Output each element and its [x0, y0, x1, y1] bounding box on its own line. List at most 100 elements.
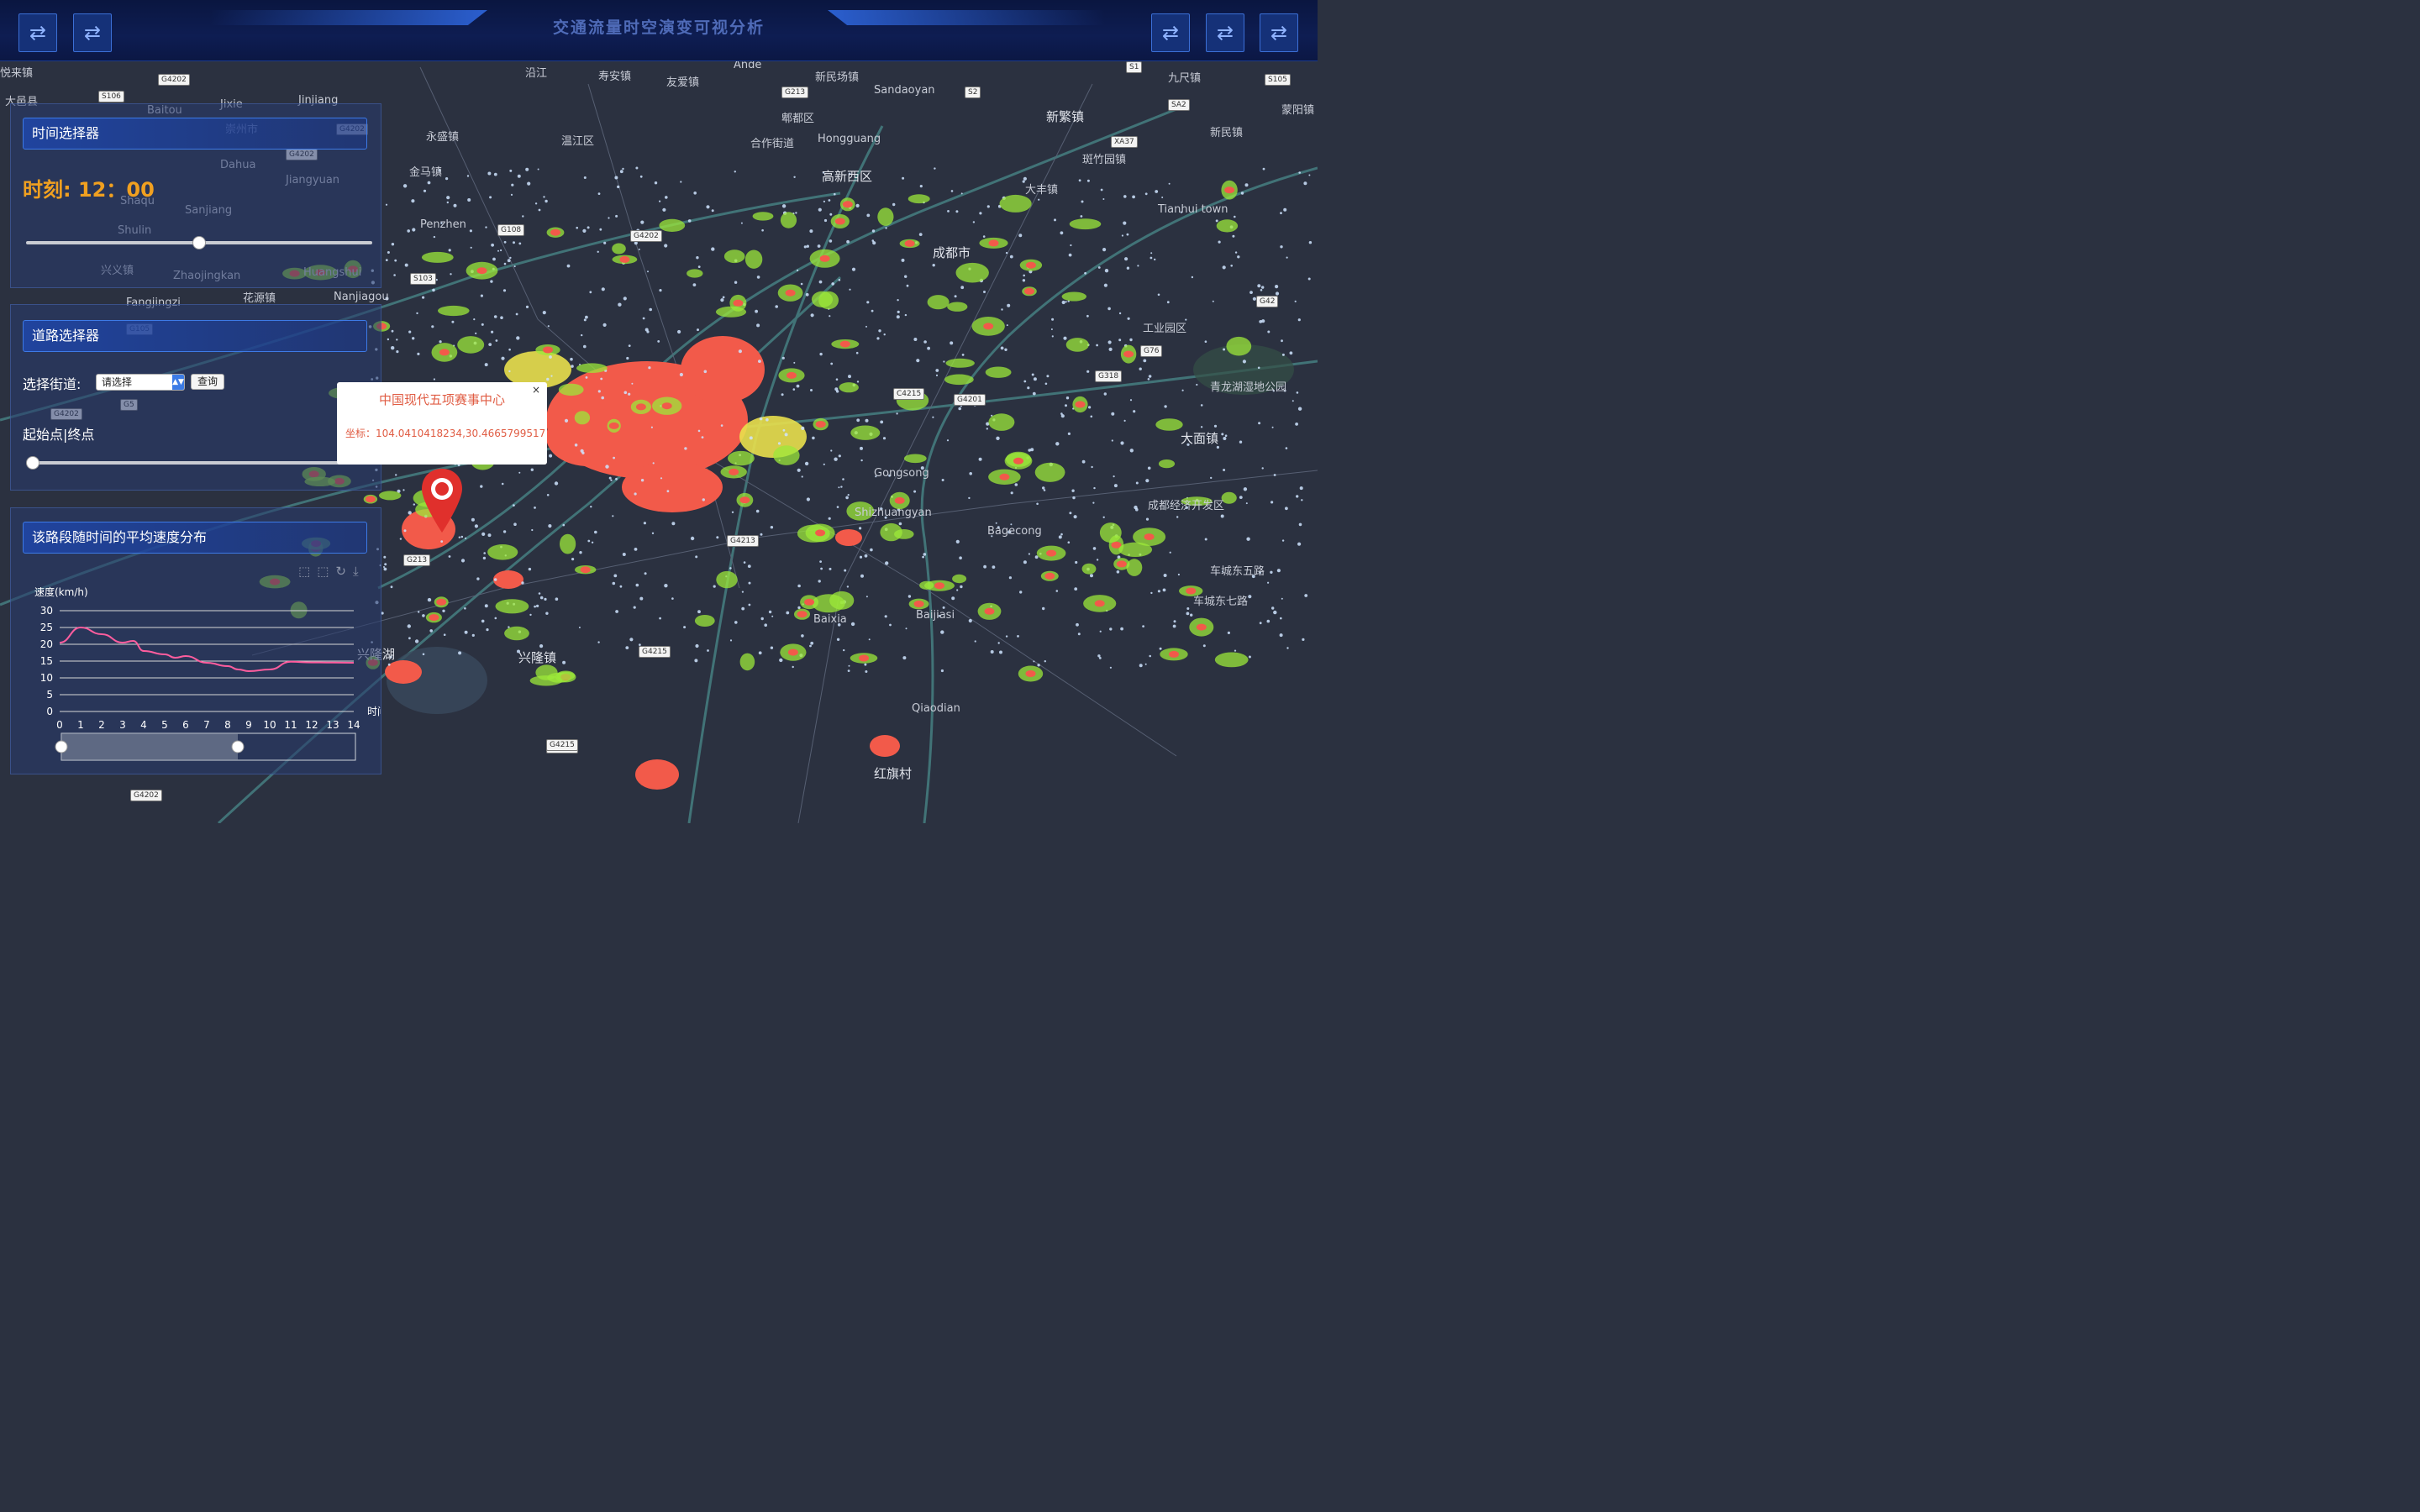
road-shield: S103 — [410, 273, 436, 285]
x-tick-label: 0 — [56, 719, 63, 731]
map-place-label: 蒙阳镇 — [1281, 104, 1315, 117]
swap-button-1[interactable]: ⇄ — [18, 13, 57, 52]
map-place-label: 青龙湖湿地公园 — [1210, 381, 1287, 394]
road-shield: G4202 — [158, 74, 190, 86]
poi-popup: × 中国现代五项赛事中心 坐标：104.0410418234,30.466579… — [337, 382, 547, 465]
map-place-label: 新民场镇 — [815, 71, 860, 84]
road-shield: G213 — [403, 554, 431, 566]
map-place-label: Gongsong — [874, 467, 929, 480]
y-tick-label: 0 — [46, 706, 53, 717]
map-place-label: 大丰镇 — [1025, 184, 1059, 197]
x-tick-label: 4 — [140, 719, 147, 731]
time-value: 12：00 — [77, 178, 155, 202]
road-shield: XA37 — [1111, 136, 1138, 148]
road-selector-title: 道路选择器 — [23, 320, 367, 352]
map-place-label: Baijiasi — [916, 609, 955, 622]
map-place-label: Shizhuangyan — [855, 507, 932, 519]
map-place-label: Penzhen — [420, 218, 466, 231]
time-selector-title: 时间选择器 — [23, 118, 367, 150]
road-shield: G4213 — [727, 535, 759, 547]
map-place-label: 成都市 — [933, 245, 971, 260]
time-readout: 时刻: 12：00 — [23, 173, 155, 202]
map-place-label: 合作街道 — [750, 138, 795, 150]
map-place-label: 车城东七路 — [1193, 596, 1249, 608]
popup-title: 中国现代五项赛事中心 — [378, 392, 505, 407]
time-selector-panel: 时间选择器 时刻: 12：00 — [10, 103, 381, 288]
y-tick-label: 10 — [40, 672, 53, 684]
map-place-label: 友爱镇 — [666, 76, 700, 89]
page-title: 交通流量时空演变可视分析 — [552, 18, 765, 37]
map-place-label: Baixia — [813, 613, 847, 626]
x-tick-label: 14 — [347, 719, 360, 731]
street-label: 选择街道: — [23, 376, 82, 392]
map-place-label: Hongguang — [818, 133, 881, 145]
road-shield: G4215 — [546, 739, 578, 751]
map-place-label: 寿安镇 — [598, 71, 632, 83]
road-selector-panel: 道路选择器 选择街道: 请选择 ▲▼ 查询 起始点|终点 — [10, 304, 381, 491]
road-shield: G76 — [1140, 345, 1163, 357]
y-axis-label: 速度(km/h) — [34, 585, 88, 598]
speed-distribution-panel: 该路段随时间的平均速度分布 ⬚⬚↻⤓ 速度(km/h) 0 5 10 15 20 25 30 0… — [10, 507, 381, 774]
map-place-label: 郫都区 — [781, 113, 815, 125]
map-place-label: 花源镇 — [243, 292, 276, 305]
swap-button-5[interactable]: ⇄ — [1260, 13, 1298, 52]
swap-button-3[interactable]: ⇄ — [1151, 13, 1190, 52]
map-place-label: Qiaodian — [912, 702, 960, 715]
header-bar: 交通流量时空演变可视分析 ⇄ ⇄ ⇄ ⇄ ⇄ — [0, 0, 1318, 61]
range-slider-handle[interactable] — [26, 456, 39, 470]
map-place-label: 新民镇 — [1210, 127, 1244, 139]
x-tick-label: 6 — [182, 719, 189, 731]
y-tick-label: 30 — [40, 605, 53, 617]
map-place-label: 成都经济开发区 — [1148, 500, 1225, 512]
road-shield: C4215 — [893, 388, 925, 400]
x-tick-label: 10 — [263, 719, 276, 731]
map-place-label: Tianhui town — [1158, 203, 1228, 216]
map-place-label: 工业园区 — [1143, 323, 1187, 335]
road-shield: G4215 — [639, 646, 671, 658]
map-place-label: 金马镇 — [409, 166, 443, 179]
location-pin-icon[interactable] — [420, 467, 464, 534]
street-select-value: 请选择 — [102, 376, 133, 388]
street-select[interactable]: 请选择 ▲▼ — [96, 374, 185, 391]
datazoom-selection — [61, 733, 238, 760]
road-shield: S2 — [965, 87, 981, 98]
speed-line-chart: 速度(km/h)0510152025300 1 2 3 4 5 6 7 8 9 10 11 12 13 14… — [34, 585, 381, 761]
road-shield: G213 — [781, 87, 809, 98]
x-tick-label: 1 — [77, 719, 84, 731]
map-place-label: Sandaoyan — [874, 84, 935, 97]
map-place-label: 悦来镇 — [0, 67, 34, 80]
road-shield: G42 — [1256, 296, 1279, 307]
map-place-label: 温江区 — [561, 135, 595, 148]
time-slider-handle[interactable] — [192, 236, 206, 249]
road-shield: S106 — [98, 91, 124, 102]
speed-series-line — [59, 626, 355, 673]
road-shield: G318 — [1095, 370, 1123, 382]
range-label: 起始点|终点 — [23, 427, 95, 443]
x-tick-label: 7 — [203, 719, 210, 731]
y-tick-label: 15 — [40, 655, 53, 667]
road-shield: G4202 — [630, 230, 662, 242]
map-place-label: 高新西区 — [822, 169, 873, 184]
map-place-label: 红旗村 — [874, 766, 913, 781]
road-shield: G4202 — [130, 790, 162, 801]
x-tick-label: 12 — [305, 719, 318, 731]
map-place-label: Nanjiagou — [334, 291, 389, 303]
map-place-label: 大面镇 — [1181, 431, 1219, 446]
y-tick-label: 25 — [40, 622, 53, 633]
swap-icon: ⇄ — [1270, 21, 1288, 45]
x-tick-label: 3 — [119, 719, 126, 731]
swap-icon: ⇄ — [1161, 21, 1180, 45]
query-button[interactable]: 查询 — [191, 374, 224, 390]
map-place-label: 沿江 — [525, 67, 548, 80]
map-place-label: 兴隆镇 — [518, 650, 557, 665]
swap-icon: ⇄ — [29, 21, 47, 45]
swap-button-4[interactable]: ⇄ — [1206, 13, 1244, 52]
range-slider-track[interactable] — [31, 461, 372, 465]
map-place-label: 斑竹园镇 — [1082, 154, 1127, 166]
popup-coordinates: 坐标：104.0410418234,30.4665799517 — [345, 428, 546, 439]
road-shield: SA2 — [1168, 99, 1190, 111]
road-shield: G108 — [497, 224, 525, 236]
x-tick-label: 11 — [284, 719, 297, 731]
swap-button-2[interactable]: ⇄ — [73, 13, 112, 52]
x-tick-label: 9 — [245, 719, 252, 731]
